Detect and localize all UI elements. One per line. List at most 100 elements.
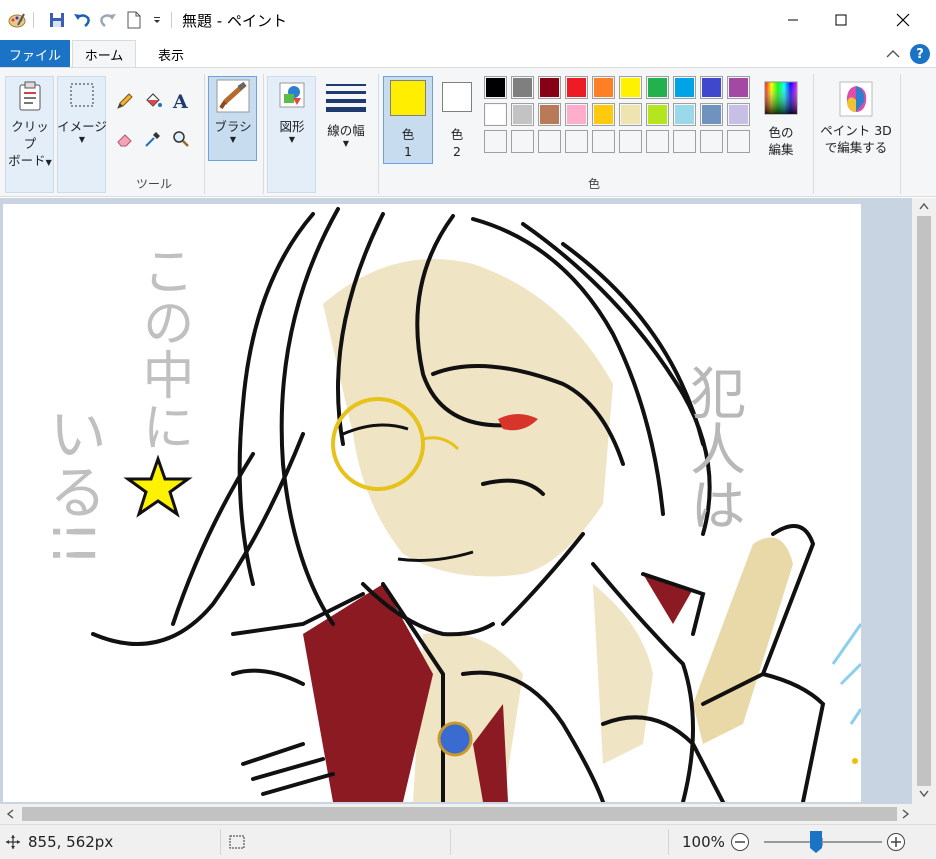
ribbon-separator	[263, 74, 264, 194]
palette-swatch-empty[interactable]	[646, 130, 669, 153]
palette-swatch[interactable]	[592, 76, 615, 99]
palette-swatch[interactable]	[511, 76, 534, 99]
palette-swatch-empty[interactable]	[700, 130, 723, 153]
shapes-button[interactable]: 図形 ▼	[267, 80, 317, 144]
palette-swatch[interactable]	[673, 76, 696, 99]
palette-swatch-empty[interactable]	[511, 130, 534, 153]
selection-size-icon	[229, 835, 245, 849]
customize-qa-icon[interactable]	[148, 11, 166, 29]
palette-swatch[interactable]	[538, 76, 561, 99]
undo-icon[interactable]	[73, 11, 91, 29]
palette-swatch-empty[interactable]	[619, 130, 642, 153]
redo-icon[interactable]	[99, 11, 117, 29]
palette-swatch-empty[interactable]	[673, 130, 696, 153]
vertical-scroll-thumb[interactable]	[917, 216, 931, 786]
horizontal-scrollbar[interactable]	[0, 804, 936, 824]
colors-group-label: 色	[588, 177, 601, 191]
shapes-dropdown-icon: ▼	[288, 135, 296, 144]
magnifier-icon[interactable]	[170, 128, 192, 150]
color-wheel-icon	[764, 81, 798, 115]
tab-file[interactable]: ファイル	[0, 40, 70, 68]
paint3d-button[interactable]: ペイント 3D で編集する	[815, 80, 897, 156]
title-bar: 無題 - ペイント	[0, 0, 936, 40]
brush-label: ブラシ	[214, 119, 252, 134]
color2-label-2: 2	[453, 144, 461, 159]
scroll-down-icon[interactable]	[919, 790, 929, 798]
canvas-text-left-b: いる!!	[39, 404, 107, 567]
line-width-dropdown-icon: ▼	[342, 139, 350, 148]
palette-swatch[interactable]	[700, 76, 723, 99]
minimize-button[interactable]	[770, 0, 816, 40]
close-icon	[896, 13, 910, 27]
maximize-icon	[835, 14, 847, 26]
fill-bucket-icon[interactable]	[142, 90, 164, 112]
color2-button[interactable]: 色 2	[434, 82, 480, 160]
qa-divider	[33, 12, 34, 28]
palette-swatch[interactable]	[619, 103, 642, 126]
paint3d-label-1: ペイント 3D	[820, 123, 892, 138]
ribbon: クリップ ボード▼ イメージ ▼ A ツール ブラシ ▼ 図形 ▼ 線の幅 ▼ …	[0, 67, 936, 197]
palette-swatch[interactable]	[484, 103, 507, 126]
tools-group-label: ツール	[136, 177, 173, 191]
tab-view[interactable]: 表示	[142, 40, 200, 68]
help-button[interactable]: ?	[910, 44, 930, 64]
palette-swatch[interactable]	[538, 103, 561, 126]
zoom-in-icon[interactable]	[886, 832, 906, 852]
text-tool-icon[interactable]: A	[170, 90, 192, 112]
drawing-canvas[interactable]: 犯人は この中に いる!!	[3, 204, 861, 802]
edit-colors-label-2: 編集	[768, 142, 794, 157]
zoom-slider-thumb[interactable]	[809, 830, 823, 854]
scroll-up-icon[interactable]	[919, 202, 929, 210]
clipboard-button[interactable]: クリップ ボード▼	[6, 80, 54, 171]
new-file-icon[interactable]	[125, 11, 143, 29]
palette-swatch[interactable]	[727, 103, 750, 126]
ribbon-separator	[900, 74, 901, 194]
horizontal-scroll-thumb[interactable]	[22, 807, 897, 821]
help-area: ?	[886, 44, 930, 64]
scroll-left-icon[interactable]	[6, 809, 14, 819]
palette-swatch-empty[interactable]	[727, 130, 750, 153]
palette-swatch[interactable]	[511, 103, 534, 126]
image-dropdown-icon: ▼	[78, 135, 86, 144]
vertical-scrollbar[interactable]	[912, 198, 936, 804]
close-button[interactable]	[880, 0, 926, 40]
color-picker-icon[interactable]	[142, 128, 164, 150]
color1-swatch	[390, 80, 426, 116]
brush-button[interactable]: ブラシ ▼	[208, 78, 258, 144]
edit-colors-label-1: 色の	[768, 125, 794, 140]
palette-swatch[interactable]	[727, 76, 750, 99]
palette-swatch[interactable]	[484, 76, 507, 99]
eraser-icon[interactable]	[114, 128, 136, 150]
clipboard-label-1: クリップ	[11, 119, 49, 151]
maximize-button[interactable]	[818, 0, 864, 40]
edit-colors-button[interactable]: 色の 編集	[758, 80, 804, 158]
workspace[interactable]: 犯人は この中に いる!!	[0, 198, 912, 804]
pencil-icon[interactable]	[114, 90, 136, 112]
line-width-button[interactable]: 線の幅 ▼	[320, 80, 372, 148]
clipboard-label-2: ボード▼	[8, 153, 52, 168]
palette-swatch[interactable]	[700, 103, 723, 126]
palette-swatch[interactable]	[619, 76, 642, 99]
color1-button[interactable]: 色 1	[383, 80, 433, 160]
ribbon-separator	[813, 74, 814, 194]
palette-swatch-empty[interactable]	[592, 130, 615, 153]
image-button[interactable]: イメージ ▼	[57, 80, 107, 144]
status-divider	[668, 829, 669, 855]
palette-swatch[interactable]	[592, 103, 615, 126]
save-icon[interactable]	[48, 11, 66, 29]
tab-home[interactable]: ホーム	[72, 40, 136, 68]
palette-swatch[interactable]	[673, 103, 696, 126]
palette-swatch-empty[interactable]	[484, 130, 507, 153]
palette-swatch[interactable]	[646, 103, 669, 126]
palette-swatch[interactable]	[565, 103, 588, 126]
ribbon-collapse-icon[interactable]	[886, 49, 900, 59]
scroll-right-icon[interactable]	[902, 809, 910, 819]
paint-app-icon[interactable]	[8, 11, 26, 29]
palette-swatch-empty[interactable]	[565, 130, 588, 153]
palette-swatch[interactable]	[565, 76, 588, 99]
palette-swatch[interactable]	[646, 76, 669, 99]
zoom-slider-track[interactable]	[764, 841, 882, 843]
status-divider	[450, 829, 451, 855]
palette-swatch-empty[interactable]	[538, 130, 561, 153]
zoom-out-icon[interactable]	[730, 832, 750, 852]
